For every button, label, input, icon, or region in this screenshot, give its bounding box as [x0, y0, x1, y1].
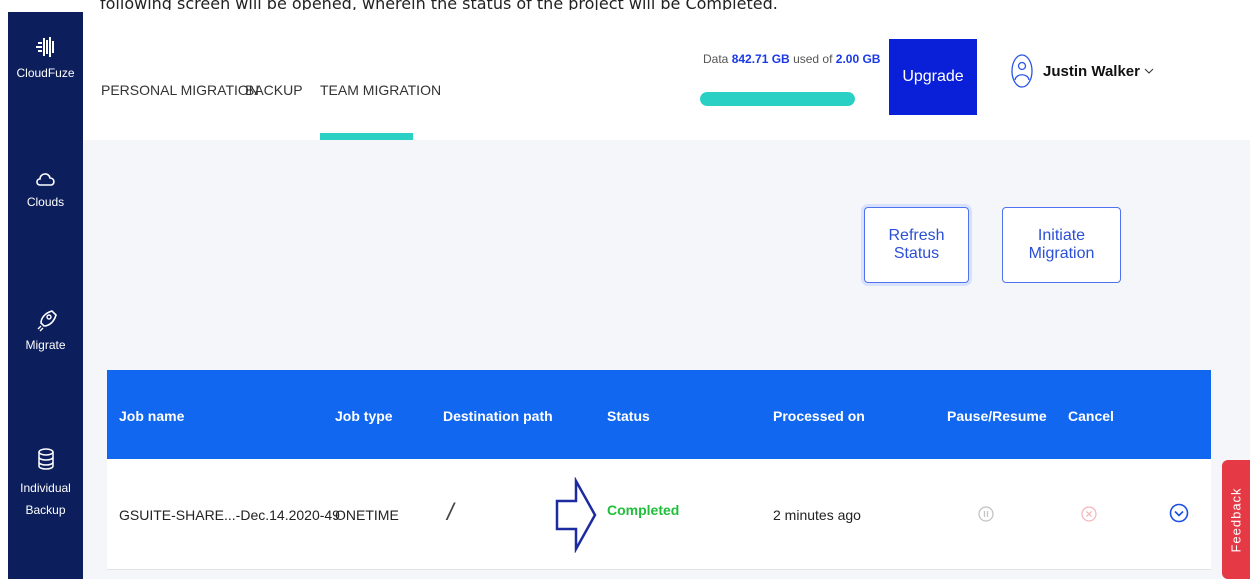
database-icon	[37, 448, 54, 470]
pause-icon[interactable]	[978, 506, 994, 522]
sidebar-item-label-line2: Backup	[25, 503, 66, 517]
tab-backup[interactable]: BACKUP	[245, 82, 303, 98]
header-destination-path: Destination path	[443, 408, 553, 424]
sidebar: CloudFuze Clouds Migrate Individual Back…	[8, 12, 83, 579]
arrow-right-icon	[555, 477, 597, 553]
usage-used: 842.71 GB	[731, 52, 790, 66]
status-badge: Completed	[607, 502, 680, 518]
caption-text: following screen will be opened, wherein…	[100, 0, 778, 10]
usage-prefix: Data	[703, 52, 732, 66]
feedback-button[interactable]: Feedback	[1222, 460, 1250, 579]
sidebar-item-label: Migrate	[25, 338, 66, 352]
header-job-type: Job type	[335, 408, 393, 424]
table-row[interactable]: GSUITE-SHARE...-Dec.14.2020-49 ONETIME /…	[107, 459, 1211, 570]
storage-usage-bar	[700, 92, 855, 106]
sidebar-item-label: Individual	[20, 481, 71, 495]
storage-usage-text: Data 842.71 GB used of 2.00 GB	[703, 52, 880, 66]
header-pause-resume: Pause/Resume	[947, 408, 1047, 424]
storage-usage-fill	[700, 92, 855, 106]
usage-total: 2.00 GB	[835, 52, 881, 66]
upgrade-button[interactable]: Upgrade	[889, 39, 977, 115]
header-status: Status	[607, 408, 650, 424]
header-processed-on: Processed on	[773, 408, 865, 424]
table-header: Job name Job type Destination path Statu…	[107, 370, 1211, 459]
sidebar-item-label: Clouds	[26, 195, 65, 209]
user-name: Justin Walker	[1043, 62, 1140, 80]
expand-row-icon[interactable]	[1169, 503, 1189, 523]
feedback-label: Feedback	[1228, 486, 1244, 553]
main-content: Refresh Status Initiate Migration Job na…	[83, 140, 1250, 579]
tab-personal-migration[interactable]: PERSONAL MIGRATION	[101, 82, 259, 98]
sidebar-logo-label: CloudFuze	[16, 66, 75, 80]
destination-path-cell: /	[447, 499, 454, 526]
jobs-table: Job name Job type Destination path Statu…	[107, 370, 1211, 570]
processed-on-cell: 2 minutes ago	[773, 507, 861, 523]
sidebar-item-migrate[interactable]: Migrate	[8, 308, 83, 352]
sidebar-item-clouds[interactable]: Clouds	[8, 169, 83, 209]
initiate-migration-button[interactable]: Initiate Migration	[1002, 207, 1121, 283]
cloud-icon	[35, 173, 55, 186]
sidebar-item-individual-backup[interactable]: Individual Backup	[8, 447, 83, 521]
active-tab-indicator	[320, 133, 413, 140]
sidebar-logo[interactable]: CloudFuze	[8, 34, 83, 80]
cloudfuze-logo-icon	[35, 37, 54, 57]
header-cancel: Cancel	[1068, 408, 1114, 424]
cancel-icon[interactable]	[1081, 506, 1097, 522]
header-job-name: Job name	[119, 408, 185, 424]
rocket-icon	[37, 310, 57, 332]
usage-middle: used of	[789, 52, 836, 66]
user-icon	[1011, 54, 1033, 88]
top-bar: PERSONAL MIGRATION BACKUP TEAM MIGRATION…	[83, 12, 1250, 140]
refresh-status-button[interactable]: Refresh Status	[864, 207, 969, 283]
job-type-cell: ONETIME	[335, 507, 399, 523]
chevron-down-icon	[1144, 68, 1154, 74]
tab-team-migration[interactable]: TEAM MIGRATION	[320, 82, 441, 98]
user-menu[interactable]: Justin Walker	[1011, 54, 1154, 88]
job-name-cell[interactable]: GSUITE-SHARE...-Dec.14.2020-49	[119, 507, 340, 523]
